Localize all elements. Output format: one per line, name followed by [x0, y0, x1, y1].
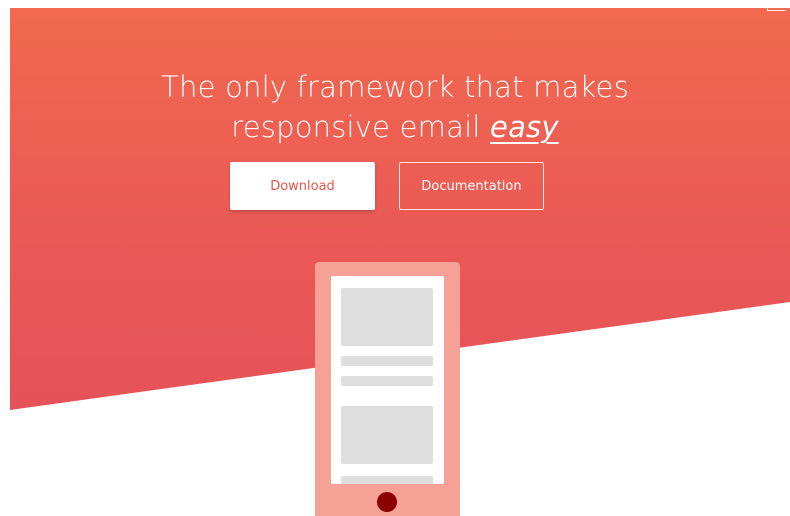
- placeholder-text-line: [341, 356, 433, 366]
- placeholder-image-block: [341, 406, 433, 464]
- download-button-label: Download: [270, 178, 335, 194]
- placeholder-text-line: [341, 376, 433, 386]
- headline-line-2-text: responsive email: [231, 110, 491, 145]
- placeholder-image-block: [341, 288, 433, 346]
- documentation-button-label: Documentation: [421, 178, 522, 194]
- documentation-button[interactable]: Documentation: [399, 162, 544, 210]
- corner-decoration: [767, 0, 786, 11]
- download-button[interactable]: Download: [230, 162, 375, 210]
- phone-home-button-icon: [377, 492, 397, 512]
- headline-emphasis: easy: [490, 110, 559, 145]
- landing-page: The only framework that makes responsive…: [0, 0, 790, 516]
- phone-screen: [331, 276, 444, 484]
- phone-illustration: [315, 262, 460, 516]
- hero-headline: The only framework that makes responsive…: [0, 67, 790, 147]
- headline-line-1: The only framework that makes: [161, 70, 629, 105]
- headline-line-2: responsive email easy: [0, 107, 790, 147]
- placeholder-text-line: [341, 476, 433, 484]
